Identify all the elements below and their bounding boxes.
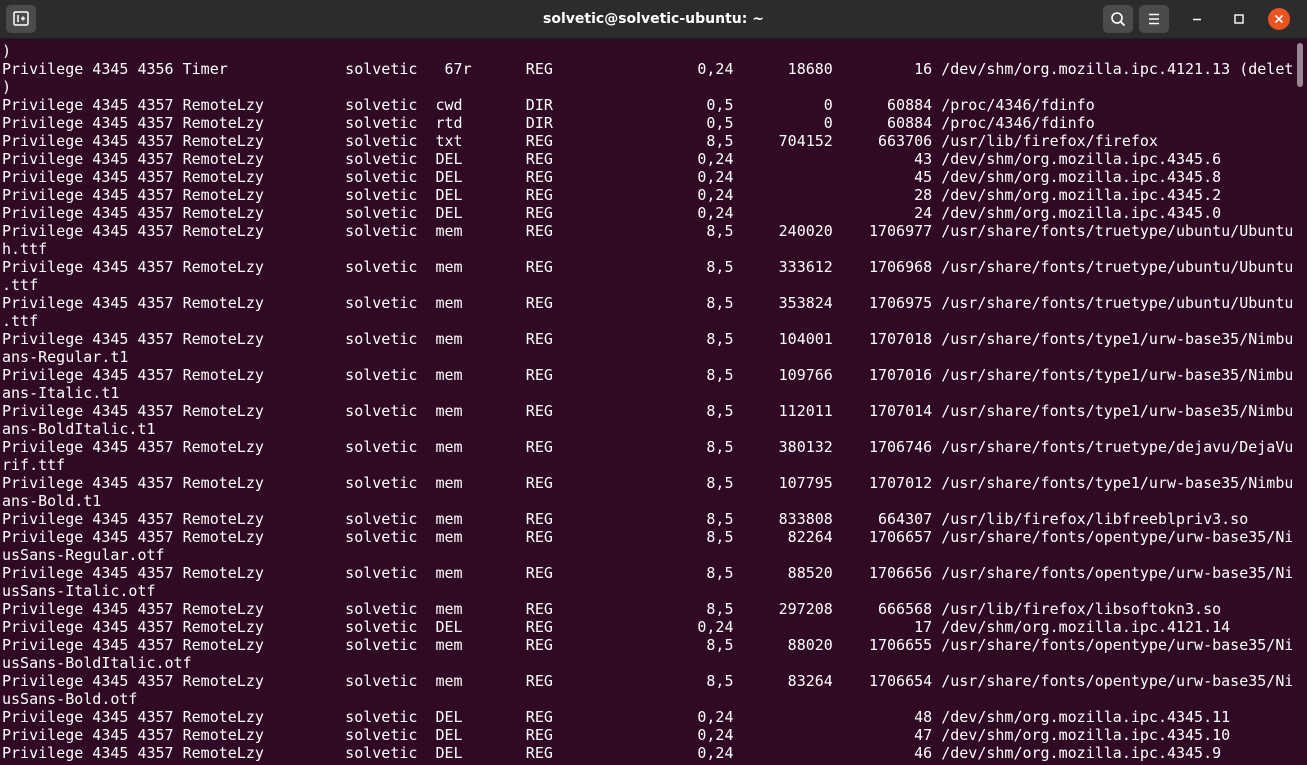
terminal-line: ans-Italic.t1 bbox=[2, 384, 120, 402]
terminal-line: Privilege 4345 4357 RemoteLzy solvetic m… bbox=[2, 366, 1292, 384]
terminal-line: .ttf bbox=[2, 312, 39, 330]
terminal-line: ) bbox=[2, 42, 12, 60]
terminal-line: Privilege 4345 4357 RemoteLzy solvetic m… bbox=[2, 510, 1249, 528]
terminal-line: ans-Bold.t1 bbox=[2, 492, 102, 510]
terminal-line: usSans-Regular.otf bbox=[2, 546, 165, 564]
terminal-line: h.ttf bbox=[2, 240, 48, 258]
terminal-line: Privilege 4345 4357 RemoteLzy solvetic D… bbox=[2, 168, 1222, 186]
minimize-button[interactable] bbox=[1186, 8, 1208, 30]
terminal-line: Privilege 4345 4357 RemoteLzy solvetic D… bbox=[2, 726, 1231, 744]
terminal-line: .ttf bbox=[2, 276, 39, 294]
terminal-line: Privilege 4345 4357 RemoteLzy solvetic m… bbox=[2, 528, 1292, 546]
terminal-line: Privilege 4345 4357 RemoteLzy solvetic m… bbox=[2, 474, 1292, 492]
terminal-line: Privilege 4345 4357 RemoteLzy solvetic m… bbox=[2, 294, 1292, 312]
scrollbar-thumb[interactable] bbox=[1297, 43, 1303, 87]
terminal-line: Privilege 4345 4357 RemoteLzy solvetic D… bbox=[2, 186, 1222, 204]
terminal-line: Privilege 4345 4357 RemoteLzy solvetic m… bbox=[2, 600, 1222, 618]
terminal-line: Privilege 4345 4357 RemoteLzy solvetic D… bbox=[2, 708, 1231, 726]
search-icon bbox=[1111, 12, 1125, 26]
terminal-line: Privilege 4345 4357 RemoteLzy solvetic m… bbox=[2, 438, 1292, 456]
terminal-window: solvetic@solvetic-ubuntu: ~) Privilege … bbox=[0, 0, 1307, 765]
header-bar: solvetic@solvetic-ubuntu: ~ bbox=[0, 0, 1307, 39]
close-icon bbox=[1274, 14, 1284, 24]
terminal-line: ) bbox=[2, 78, 12, 96]
terminal-line: Privilege 4345 4357 RemoteLzy solvetic c… bbox=[2, 96, 1095, 114]
terminal-line: usSans-Italic.otf bbox=[2, 582, 156, 600]
terminal-line: Privilege 4345 4357 RemoteLzy solvetic D… bbox=[2, 150, 1222, 168]
terminal-line: Privilege 4345 4357 RemoteLzy solvetic m… bbox=[2, 222, 1292, 240]
terminal-line: Privilege 4345 4357 RemoteLzy solvetic m… bbox=[2, 330, 1292, 348]
terminal-line: Privilege 4345 4357 RemoteLzy solvetic m… bbox=[2, 564, 1292, 582]
terminal-line: Privilege 4345 4357 RemoteLzy solvetic m… bbox=[2, 258, 1292, 276]
terminal-line: Privilege 4345 4356 Timer solvetic 67r R… bbox=[2, 60, 1292, 78]
terminal-line: Privilege 4345 4357 RemoteLzy solvetic m… bbox=[2, 402, 1292, 420]
terminal-line: ans-BoldItalic.t1 bbox=[2, 420, 156, 438]
hamburger-menu-icon bbox=[1149, 13, 1159, 25]
terminal-line: usSans-Bold.otf bbox=[2, 690, 138, 708]
terminal-line: Privilege 4345 4357 RemoteLzy solvetic D… bbox=[2, 744, 1222, 762]
terminal-line: rif.ttf bbox=[2, 456, 66, 474]
terminal-output[interactable]: ) Privilege 4345 4356 Timer solvetic 67r … bbox=[0, 42, 1292, 765]
terminal-line: Privilege 4345 4357 RemoteLzy solvetic t… bbox=[2, 132, 1158, 150]
maximize-icon bbox=[1234, 14, 1244, 24]
minimize-icon bbox=[1193, 18, 1201, 21]
terminal-line: ans-Regular.t1 bbox=[2, 348, 129, 366]
menu-button[interactable] bbox=[1139, 5, 1169, 33]
terminal-line: usSans-BoldItalic.otf bbox=[2, 654, 192, 672]
terminal-line: Privilege 4345 4357 RemoteLzy solvetic D… bbox=[2, 204, 1222, 222]
search-button[interactable] bbox=[1103, 5, 1133, 33]
terminal-line: Privilege 4345 4357 RemoteLzy solvetic m… bbox=[2, 672, 1292, 690]
close-button[interactable] bbox=[1268, 8, 1290, 30]
terminal-line: Privilege 4345 4357 RemoteLzy solvetic m… bbox=[2, 636, 1292, 654]
maximize-button[interactable] bbox=[1228, 8, 1250, 30]
scrollbar[interactable] bbox=[1294, 39, 1307, 765]
terminal-line: Privilege 4345 4357 RemoteLzy solvetic D… bbox=[2, 618, 1231, 636]
terminal-line: Privilege 4345 4357 RemoteLzy solvetic r… bbox=[2, 114, 1095, 132]
